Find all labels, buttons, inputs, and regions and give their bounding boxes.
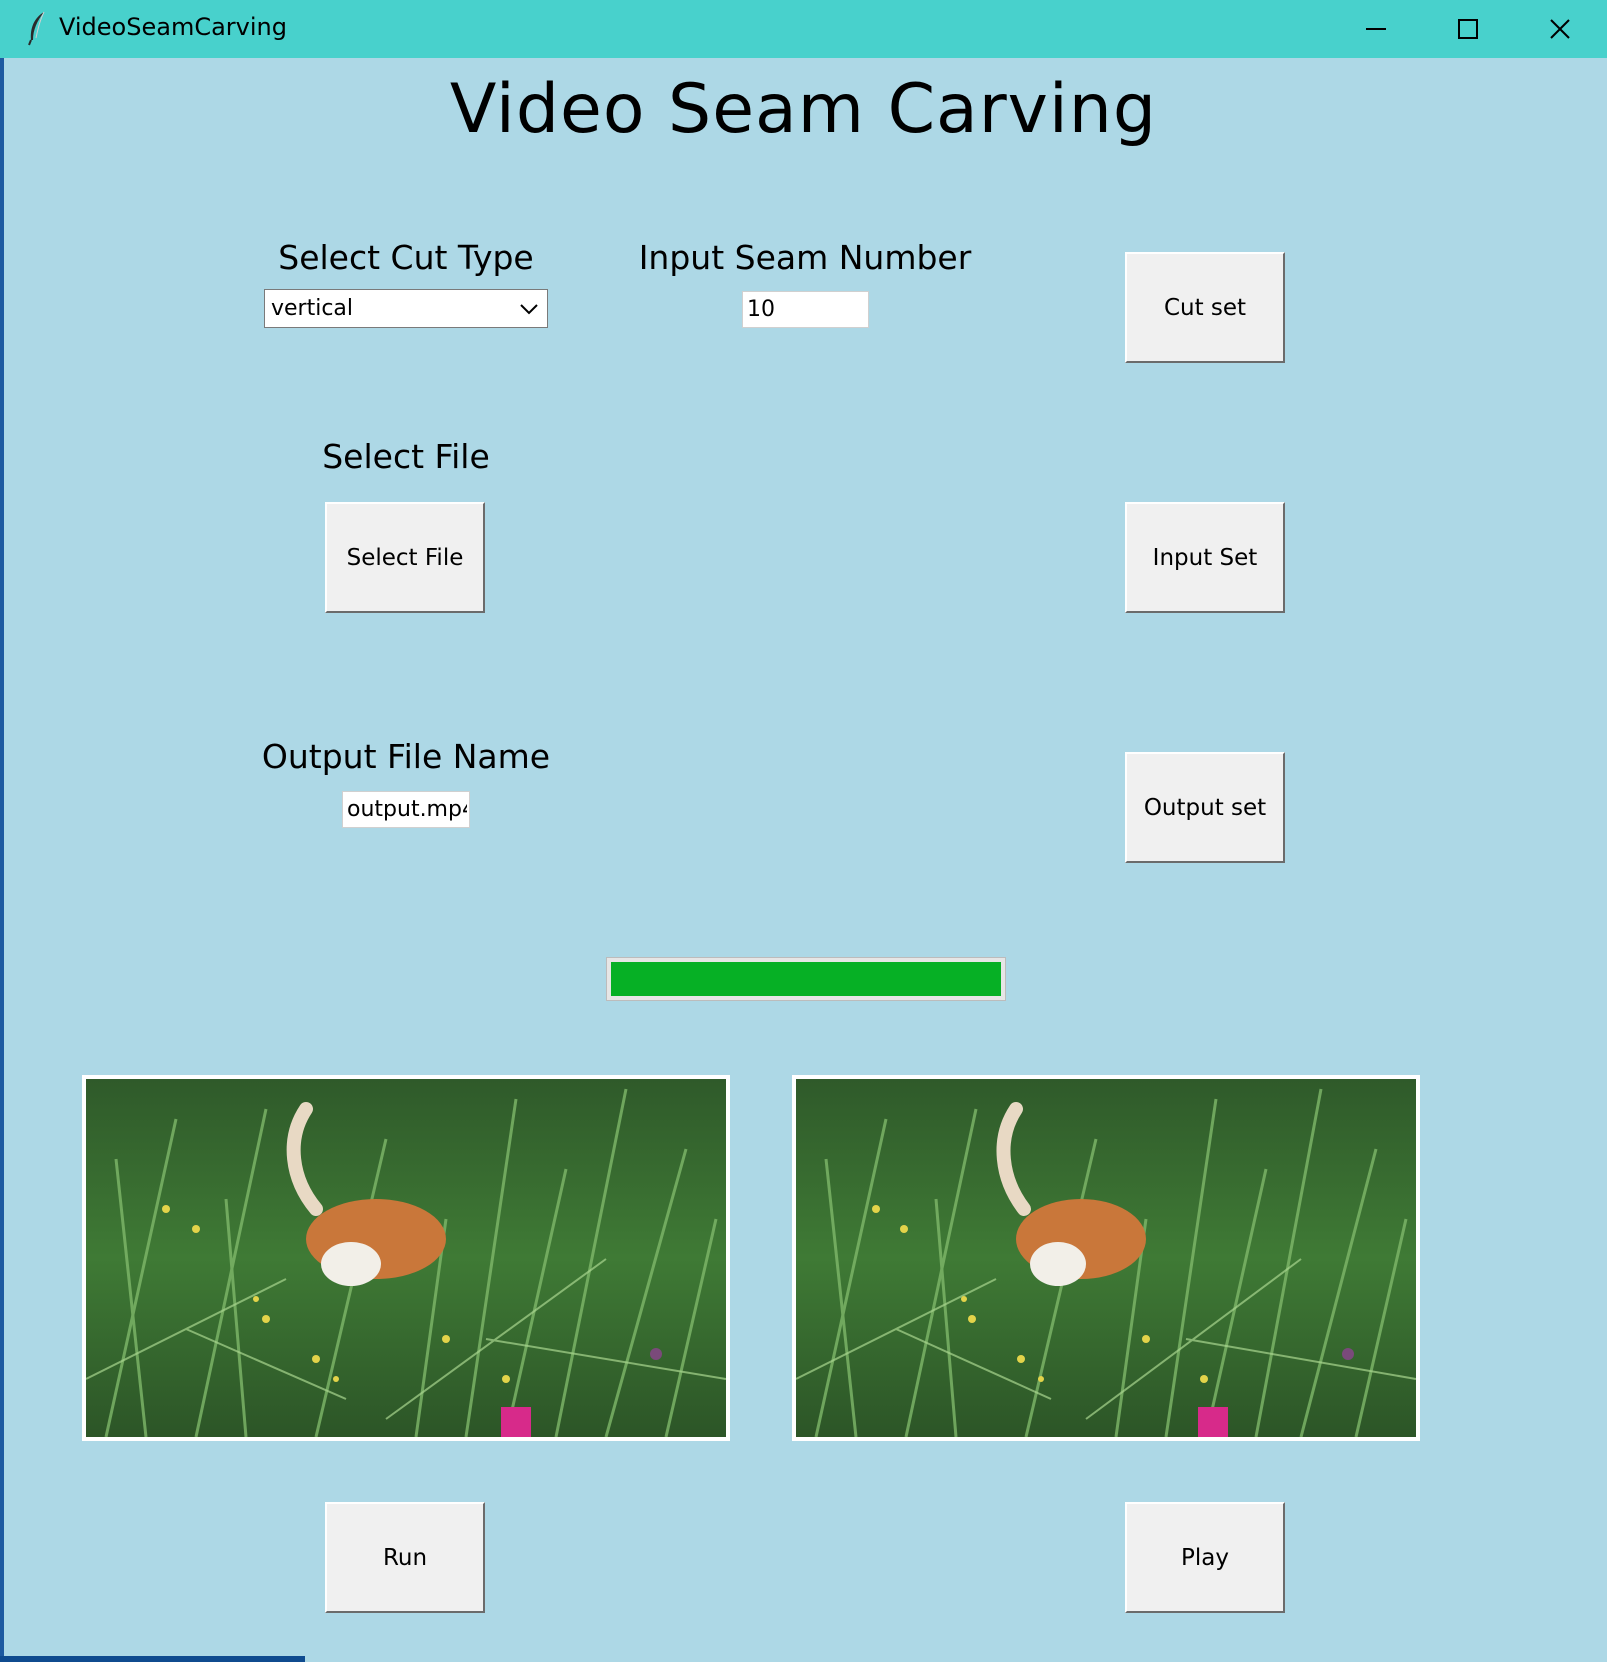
chevron-down-icon [520,304,538,315]
video-frame-image [86,1079,726,1437]
output-file-input[interactable] [342,791,470,828]
output-file-label: Output File Name [261,737,551,776]
play-button[interactable]: Play [1125,1502,1285,1613]
cut-type-dropdown[interactable]: vertical [264,289,548,328]
cut-type-selected-value: vertical [271,296,354,321]
seam-number-input[interactable] [742,291,869,328]
run-button[interactable]: Run [325,1502,485,1613]
close-icon [1550,19,1570,39]
window-title: VideoSeamCarving [59,13,287,41]
app-window: VideoSeamCarving Video Seam Carving Sele… [0,0,1607,1662]
maximize-button[interactable] [1422,0,1514,58]
output-video-preview [792,1075,1420,1441]
progress-bar-fill [611,962,1001,996]
page-title: Video Seam Carving [449,70,1158,149]
seam-number-label: Input Seam Number [638,238,972,277]
taskbar-edge [0,1656,305,1662]
cut-type-label: Select Cut Type [278,238,534,277]
select-file-button[interactable]: Select File [325,502,485,613]
cut-set-button[interactable]: Cut set [1125,252,1285,363]
feather-icon [28,11,45,46]
window-left-edge [0,58,4,1662]
minimize-icon [1366,28,1386,30]
title-bar[interactable]: VideoSeamCarving [0,0,1607,58]
input-set-button[interactable]: Input Set [1125,502,1285,613]
maximize-icon [1458,19,1478,39]
close-button[interactable] [1514,0,1606,58]
minimize-button[interactable] [1330,0,1422,58]
progress-bar [606,957,1006,1001]
input-video-preview [82,1075,730,1441]
select-file-label: Select File [322,437,490,476]
video-frame-image [796,1079,1416,1437]
output-set-button[interactable]: Output set [1125,752,1285,863]
